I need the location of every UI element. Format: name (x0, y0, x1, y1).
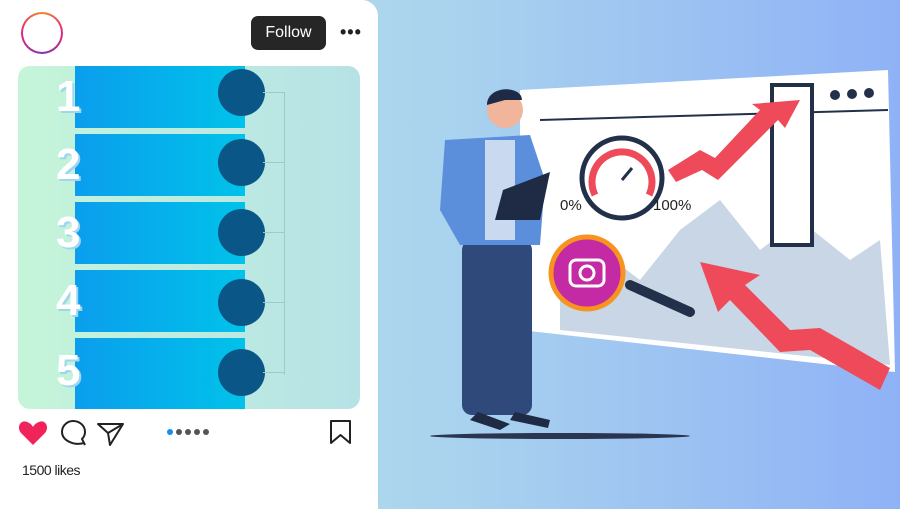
carousel-indicator[interactable] (167, 429, 209, 435)
post-image: 1 2 3 4 5 (18, 66, 360, 409)
step-circle (218, 349, 265, 396)
step-circle (218, 279, 265, 326)
connector-line (263, 372, 285, 373)
step-number: 3 (56, 208, 81, 257)
connector-line (263, 232, 285, 233)
follow-button[interactable]: Follow (251, 16, 326, 50)
connector-line (263, 92, 285, 93)
carousel-dot (194, 429, 200, 435)
connector-line (263, 302, 285, 303)
step-circle (218, 139, 265, 186)
bookmark-icon[interactable] (330, 420, 351, 444)
connector-line (284, 92, 285, 375)
step-circle (218, 209, 265, 256)
likes-count: 1500 likes (22, 462, 81, 478)
gauge-max-label: 100% (653, 197, 691, 214)
step-number: 1 (56, 72, 81, 121)
magnifier-instagram-icon (548, 234, 626, 312)
more-horizontal-icon[interactable]: ••• (340, 22, 362, 43)
connector-line (263, 162, 285, 163)
step-number: 5 (56, 346, 81, 395)
avatar[interactable] (21, 12, 63, 54)
carousel-dot (185, 429, 191, 435)
step-number: 4 (56, 276, 81, 325)
gauge-min-label: 0% (560, 197, 582, 214)
carousel-dot (176, 429, 182, 435)
carousel-dot (167, 429, 173, 435)
carousel-dot (203, 429, 209, 435)
comment-icon[interactable] (60, 419, 87, 446)
share-icon[interactable] (97, 423, 124, 446)
heart-icon[interactable] (18, 421, 48, 445)
analytics-illustration: 0% 100% (430, 70, 895, 439)
instagram-post-card: Follow ••• 1 2 3 4 5 1500 likes (0, 0, 378, 509)
speedometer-icon (579, 135, 665, 221)
step-circle (218, 69, 265, 116)
step-number: 2 (56, 140, 81, 189)
